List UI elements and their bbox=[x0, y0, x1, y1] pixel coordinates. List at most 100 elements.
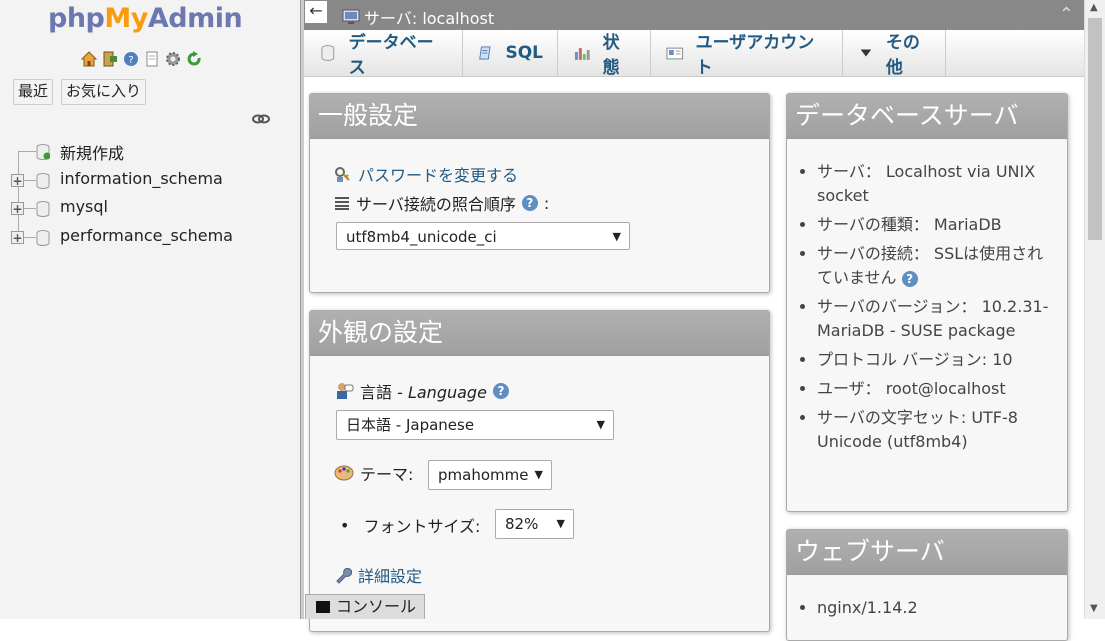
panel-title: 外観の設定 bbox=[310, 311, 769, 356]
link-with-main-panel-icon[interactable] bbox=[252, 112, 270, 126]
fontsize-select-value: 82% bbox=[505, 515, 539, 533]
web-server-info-list: nginx/1.14.2 bbox=[789, 596, 1057, 625]
collation-colon: : bbox=[543, 193, 550, 213]
collapse-navigation-button[interactable]: ← bbox=[304, 0, 328, 24]
theme-select-value: pmahomme bbox=[438, 466, 529, 484]
collation-select[interactable]: utf8mb4_unicode_ci ▼ bbox=[336, 222, 630, 250]
tree-item-label[interactable]: information_schema bbox=[60, 169, 223, 188]
tab-user-accounts[interactable]: ユーザアカウント bbox=[651, 30, 843, 78]
sql-icon bbox=[479, 46, 491, 60]
list-item: サーバのバージョン： 10.2.31-MariaDB - SUSE packag… bbox=[817, 295, 1057, 343]
tab-more[interactable]: その他 bbox=[843, 30, 946, 78]
tab-databases[interactable]: データベース bbox=[304, 30, 463, 78]
top-breadcrumb-bar: ← サーバ: localhost ⌃ bbox=[304, 0, 1084, 30]
tab-status[interactable]: 状態 bbox=[558, 30, 651, 78]
scroll-to-top-icon[interactable]: ⌃ bbox=[1059, 4, 1074, 25]
favorite-tables-button[interactable]: お気に入り bbox=[61, 79, 147, 105]
theme-label: テーマ: bbox=[360, 465, 414, 484]
list-item: nginx/1.14.2 bbox=[817, 596, 1057, 620]
dropdown-caret-icon: ▼ bbox=[556, 517, 565, 530]
console-icon bbox=[316, 601, 330, 613]
documentation-icon[interactable] bbox=[143, 50, 161, 68]
appearance-settings-panel: 外観の設定 言語 - Language ? 日本語 - Japanese ▼ テ… bbox=[309, 310, 770, 632]
tab-label: SQL bbox=[505, 43, 543, 63]
list-item: サーバ： Localhost via UNIX socket bbox=[817, 160, 1057, 208]
new-database-icon bbox=[36, 144, 50, 160]
tab-label: 状態 bbox=[602, 33, 620, 78]
reload-icon[interactable] bbox=[185, 50, 203, 68]
logout-icon[interactable] bbox=[101, 50, 119, 68]
recent-tables-button[interactable]: 最近 bbox=[13, 79, 54, 105]
settings-gear-icon[interactable] bbox=[164, 50, 182, 68]
database-icon bbox=[36, 201, 50, 217]
phpmyadmin-logo[interactable]: phpMyAdmin bbox=[48, 3, 243, 34]
help-icon[interactable]: ? bbox=[492, 383, 509, 399]
scroll-down-arrow-icon[interactable]: ▼ bbox=[1090, 603, 1098, 614]
wrench-icon bbox=[336, 567, 352, 584]
database-icon bbox=[321, 45, 335, 61]
database-server-panel: データベースサーバ サーバ： Localhost via UNIX socket… bbox=[786, 93, 1068, 512]
theme-palette-icon bbox=[334, 465, 354, 481]
list-item: ユーザ： root@localhost bbox=[817, 377, 1057, 401]
tree-item-label[interactable]: 新規作成 bbox=[60, 140, 124, 164]
tab-label: データベース bbox=[348, 33, 434, 78]
breadcrumb[interactable]: サーバ: localhost bbox=[342, 5, 494, 29]
svg-text:?: ? bbox=[128, 55, 133, 66]
collation-list-icon bbox=[335, 197, 349, 210]
collation-label: サーバ接続の照合順序 bbox=[356, 195, 516, 214]
tab-sql[interactable]: SQL bbox=[463, 30, 558, 76]
tree-item-label[interactable]: performance_schema bbox=[60, 226, 233, 245]
home-icon[interactable] bbox=[80, 50, 98, 68]
user-accounts-icon bbox=[666, 47, 684, 60]
fontsize-label: フォントサイズ: bbox=[363, 517, 481, 536]
list-item: サーバの種類： MariaDB bbox=[817, 213, 1057, 237]
dropdown-caret-icon: ▼ bbox=[596, 418, 605, 431]
nav-icon-bar: ? bbox=[80, 50, 203, 68]
list-bullet: • bbox=[340, 515, 350, 535]
console-label: コンソール bbox=[336, 597, 417, 616]
panel-title: ウェブサーバ bbox=[787, 530, 1067, 575]
language-label: 言語 - Language bbox=[360, 383, 487, 402]
navigation-panel: phpMyAdmin ? 最近 お気に入り 新規作成 + information… bbox=[0, 0, 300, 619]
panel-splitter[interactable] bbox=[300, 0, 304, 619]
change-password-link[interactable]: パスワードを変更する bbox=[358, 162, 518, 186]
fontsize-select[interactable]: 82% ▼ bbox=[495, 509, 574, 539]
tree-item-label[interactable]: mysql bbox=[60, 197, 108, 216]
status-icon bbox=[574, 48, 590, 60]
password-key-icon bbox=[335, 167, 350, 182]
expand-plus-icon[interactable]: + bbox=[11, 202, 24, 215]
server-icon bbox=[342, 9, 360, 24]
triangle-down-icon bbox=[860, 49, 872, 57]
page-scrollbar[interactable]: ▲ ▼ bbox=[1084, 0, 1105, 619]
expand-plus-icon[interactable]: + bbox=[11, 230, 24, 244]
panel-title: データベースサーバ bbox=[787, 94, 1067, 139]
help-icon[interactable]: ? bbox=[122, 50, 140, 68]
language-select[interactable]: 日本語 - Japanese ▼ bbox=[336, 410, 614, 440]
more-settings-link[interactable]: 詳細設定 bbox=[358, 563, 422, 587]
tab-label: その他 bbox=[885, 33, 920, 78]
general-settings-panel: 一般設定 パスワードを変更する サーバ接続の照合順序 ?: utf8mb4_un… bbox=[309, 93, 770, 293]
scrollbar-thumb[interactable] bbox=[1088, 18, 1102, 240]
dropdown-caret-icon: ▼ bbox=[612, 230, 621, 243]
console-toggle[interactable]: コンソール bbox=[305, 594, 425, 619]
list-item: サーバの文字セット: UTF-8 Unicode (utf8mb4) bbox=[817, 406, 1057, 454]
breadcrumb-server[interactable]: サーバ: localhost bbox=[364, 5, 494, 29]
help-icon[interactable]: ? bbox=[521, 195, 538, 211]
web-server-panel: ウェブサーバ nginx/1.14.2 bbox=[786, 529, 1068, 641]
expand-plus-icon[interactable]: + bbox=[11, 173, 24, 187]
main-menu-tabs: データベース SQL 状態 ユーザアカウント その他 bbox=[304, 30, 1084, 78]
language-select-value: 日本語 - Japanese bbox=[346, 416, 475, 434]
tab-label: ユーザアカウント bbox=[695, 33, 815, 78]
collation-select-value: utf8mb4_unicode_ci bbox=[346, 228, 497, 246]
list-item: サーバの接続： SSLは使用されていません ? bbox=[817, 242, 1057, 290]
panel-title: 一般設定 bbox=[310, 94, 769, 139]
database-icon bbox=[36, 229, 50, 246]
language-icon bbox=[337, 383, 354, 399]
list-item: プロトコル バージョン: 10 bbox=[817, 348, 1057, 372]
theme-select[interactable]: pmahomme ▼ bbox=[428, 460, 552, 490]
database-icon bbox=[36, 172, 50, 189]
database-server-info-list: サーバ： Localhost via UNIX socket サーバの種類： M… bbox=[789, 160, 1057, 459]
scroll-up-arrow-icon[interactable]: ▲ bbox=[1090, 2, 1098, 13]
help-icon[interactable]: ? bbox=[901, 271, 918, 287]
dropdown-caret-icon: ▼ bbox=[534, 468, 543, 481]
